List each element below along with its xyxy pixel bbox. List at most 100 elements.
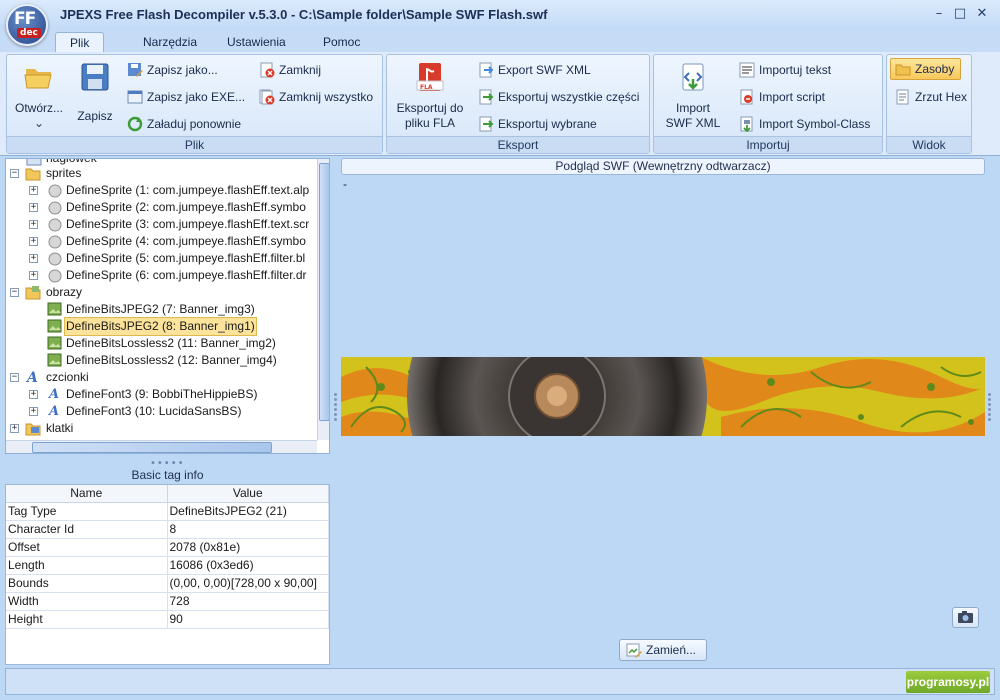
hexdump-view-button[interactable]: Zrzut Hex <box>895 88 967 106</box>
tag-info-title: Basic tag info <box>131 468 204 482</box>
table-row[interactable]: Tag Type DefineBitsJPEG2 (21) <box>6 502 329 521</box>
import-script-button[interactable]: Import script <box>739 88 825 106</box>
property-name: Length <box>6 556 168 575</box>
column-header-name[interactable]: Name <box>6 485 168 503</box>
save-exe-button[interactable]: Zapisz jako EXE... <box>127 88 245 106</box>
export-all-icon <box>479 89 494 105</box>
collapse-toggle[interactable]: − <box>10 169 19 178</box>
app-logo[interactable]: FF dec <box>6 4 48 46</box>
expand-toggle[interactable]: + <box>29 390 38 399</box>
snapshot-button[interactable] <box>952 607 979 628</box>
export-selected-button[interactable]: Eksportuj wybrane <box>478 115 597 133</box>
property-value: DefineBitsJPEG2 (21) <box>167 502 329 521</box>
table-row[interactable]: Width 728 <box>6 592 329 611</box>
right-splitter-grip[interactable] <box>988 393 991 423</box>
property-value: 2078 (0x81e) <box>167 538 329 557</box>
export-xml-icon <box>479 62 494 78</box>
folder-open-icon <box>24 69 52 89</box>
property-name: Offset <box>6 538 168 557</box>
export-all-button[interactable]: Eksportuj wszystkie części <box>478 88 639 106</box>
expand-toggle[interactable]: + <box>10 424 19 433</box>
close-file-icon <box>260 62 275 78</box>
close-file-button[interactable]: Zamknij <box>259 61 321 79</box>
tree-item-label: DefineSprite (3: com.jumpeye.flashEff.te… <box>66 217 310 231</box>
export-fla-label-2: pliku FLA <box>404 116 456 130</box>
import-symbol-button[interactable]: Import Symbol-Class <box>739 115 870 133</box>
tree-folder-label: klatki <box>46 421 74 435</box>
property-value: 90 <box>167 610 329 629</box>
open-button[interactable]: Otwórz... ⌄ <box>13 61 65 131</box>
ribbon-group-eksport: Eksportuj do pliku FLA FLA Export SWF XM… <box>386 54 650 154</box>
tab-pomoc[interactable]: Pomoc <box>309 32 374 53</box>
tree-item-label: DefineSprite (2: com.jumpeye.flashEff.sy… <box>66 200 306 214</box>
column-header-value[interactable]: Value <box>167 485 329 503</box>
tree-hscroll-thumb[interactable] <box>32 442 272 453</box>
tree-vscroll-thumb[interactable] <box>319 163 329 421</box>
expand-toggle[interactable]: + <box>29 186 38 195</box>
close-button[interactable]: ✕ <box>973 6 991 22</box>
hexdump-icon <box>896 89 909 105</box>
collapse-toggle[interactable]: − <box>10 288 19 297</box>
resources-view-button[interactable]: Zasoby <box>890 58 962 80</box>
close-all-button[interactable]: Zamknij wszystko <box>259 88 373 106</box>
maximize-button[interactable]: □ <box>951 6 969 22</box>
replace-button[interactable]: Zamień... <box>619 639 707 661</box>
property-name: Height <box>6 610 168 629</box>
tab-ustawienia[interactable]: Ustawienia <box>213 32 300 53</box>
font-icon: A <box>49 387 60 402</box>
group-caption-plik: Plik <box>7 136 382 153</box>
expand-toggle[interactable]: + <box>29 220 38 229</box>
tree-horizontal-scrollbar[interactable] <box>6 440 317 453</box>
import-text-button[interactable]: Importuj tekst <box>739 61 831 79</box>
title-bar: JPEXS Free Flash Decompiler v.5.3.0 - C:… <box>0 0 1000 30</box>
reload-label: Załaduj ponownie <box>147 117 242 131</box>
open-button-label: Otwórz... <box>14 101 63 115</box>
property-value: 16086 (0x3ed6) <box>167 556 329 575</box>
reload-button[interactable]: Załaduj ponownie <box>127 115 241 133</box>
import-xml-label-1: Import <box>675 101 710 115</box>
logo-dec-text: dec <box>17 28 41 38</box>
collapse-toggle[interactable]: − <box>10 373 19 382</box>
import-xml-button[interactable]: Import SWF XML <box>658 61 728 131</box>
save-as-label: Zapisz jako... <box>147 63 218 77</box>
minimize-button[interactable]: – <box>930 6 948 22</box>
import-text-icon <box>739 62 755 78</box>
camera-icon <box>958 611 973 623</box>
expand-toggle[interactable]: + <box>29 237 38 246</box>
close-all-icon <box>259 89 275 105</box>
ribbon-group-importuj: Import SWF XML Importuj tekst Import scr… <box>653 54 883 154</box>
expand-toggle[interactable]: + <box>29 271 38 280</box>
table-row[interactable]: Character Id 8 <box>6 520 329 539</box>
tab-plik[interactable]: Plik <box>55 32 105 53</box>
image-icon <box>47 319 62 333</box>
save-button[interactable]: Zapisz <box>71 61 119 124</box>
sprite-icon <box>48 269 62 283</box>
expand-toggle[interactable]: + <box>29 254 38 263</box>
table-row[interactable]: Bounds (0,00, 0,00)[728,00 x 90,00] <box>6 574 329 593</box>
image-icon <box>47 336 62 350</box>
property-value: 728 <box>167 592 329 611</box>
tree-item-label: DefineFont3 (10: LucidaSansBS) <box>66 404 242 418</box>
save-as-button[interactable]: Zapisz jako... <box>127 61 218 79</box>
tree-item-label: DefineSprite (6: com.jumpeye.flashEff.fi… <box>66 268 307 282</box>
image-icon <box>47 302 62 316</box>
expand-toggle[interactable]: + <box>29 407 38 416</box>
sprite-icon <box>48 235 62 249</box>
tab-narzedzia[interactable]: Narzędzia <box>129 32 211 53</box>
table-row[interactable]: Offset 2078 (0x81e) <box>6 538 329 557</box>
group-caption-importuj: Importuj <box>654 136 882 153</box>
left-splitter-grip[interactable] <box>334 393 337 423</box>
table-row[interactable]: Height 90 <box>6 610 329 629</box>
tree-item-label: DefineBitsLossless2 (11: Banner_img2) <box>66 336 276 350</box>
table-row[interactable]: Length 16086 (0x3ed6) <box>6 556 329 575</box>
import-xml-label-2: SWF XML <box>665 116 721 130</box>
export-xml-label: Export SWF XML <box>498 63 591 77</box>
export-xml-button[interactable]: Export SWF XML <box>478 61 591 79</box>
tree-vertical-scrollbar[interactable] <box>317 159 329 440</box>
export-fla-button[interactable]: Eksportuj do pliku FLA <box>391 61 469 131</box>
resource-tree[interactable]: nagłówek − sprites + DefineSprite (1: com… <box>5 158 330 454</box>
sprite-icon <box>48 252 62 266</box>
resources-folder-icon <box>895 64 911 76</box>
group-caption-eksport: Eksport <box>387 136 649 153</box>
expand-toggle[interactable]: + <box>29 203 38 212</box>
